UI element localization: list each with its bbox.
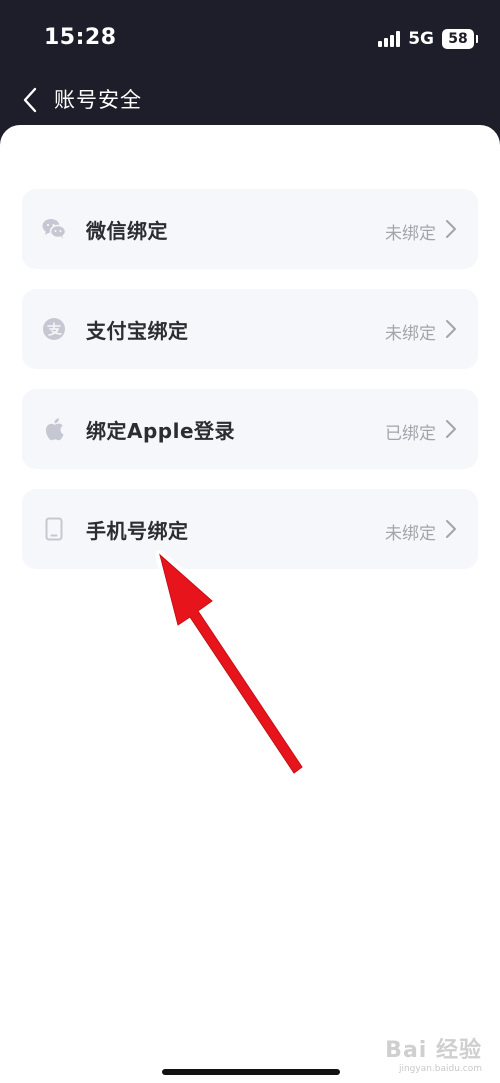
status-bar: 15:28 5G 58 (0, 0, 500, 78)
row-status: 已绑定 (385, 424, 436, 444)
chevron-right-icon (446, 520, 456, 538)
apple-binding-row[interactable]: 绑定Apple登录 已绑定 (22, 389, 478, 469)
home-indicator[interactable] (162, 1069, 340, 1075)
apple-icon (42, 417, 66, 441)
battery-icon: 58 (442, 29, 478, 49)
chevron-right-icon (446, 420, 456, 438)
row-status: 未绑定 (385, 324, 436, 344)
chevron-left-icon (23, 87, 37, 113)
binding-list: 微信绑定 未绑定 支付宝绑定 未绑定 绑定Apple登录 已绑定 手机号绑定 未… (22, 189, 478, 589)
watermark-url: jingyan.baidu.com (398, 1064, 482, 1074)
wechat-icon (42, 217, 66, 241)
wechat-binding-row[interactable]: 微信绑定 未绑定 (22, 189, 478, 269)
network-type: 5G (408, 29, 434, 49)
chevron-right-icon (446, 320, 456, 338)
row-label: 手机号绑定 (86, 519, 189, 543)
status-time: 15:28 (44, 25, 117, 50)
alipay-binding-row[interactable]: 支付宝绑定 未绑定 (22, 289, 478, 369)
watermark: Bai 经验 jingyan.baidu.com (385, 1032, 482, 1074)
alipay-icon (42, 317, 66, 341)
status-indicators: 5G 58 (378, 28, 478, 50)
row-status: 未绑定 (385, 224, 436, 244)
nav-bar: 账号安全 (0, 78, 500, 124)
row-label: 绑定Apple登录 (86, 419, 236, 443)
chevron-right-icon (446, 220, 456, 238)
back-button[interactable] (14, 82, 46, 118)
phone-icon (42, 517, 66, 541)
watermark-logo: Bai 经验 (385, 1038, 482, 1063)
row-label: 支付宝绑定 (86, 319, 189, 343)
row-status: 未绑定 (385, 524, 436, 544)
signal-icon (378, 31, 401, 47)
row-label: 微信绑定 (86, 219, 168, 243)
content-panel: 微信绑定 未绑定 支付宝绑定 未绑定 绑定Apple登录 已绑定 手机号绑定 未… (0, 125, 500, 1083)
page-title: 账号安全 (54, 88, 142, 112)
phone-binding-row[interactable]: 手机号绑定 未绑定 (22, 489, 478, 569)
